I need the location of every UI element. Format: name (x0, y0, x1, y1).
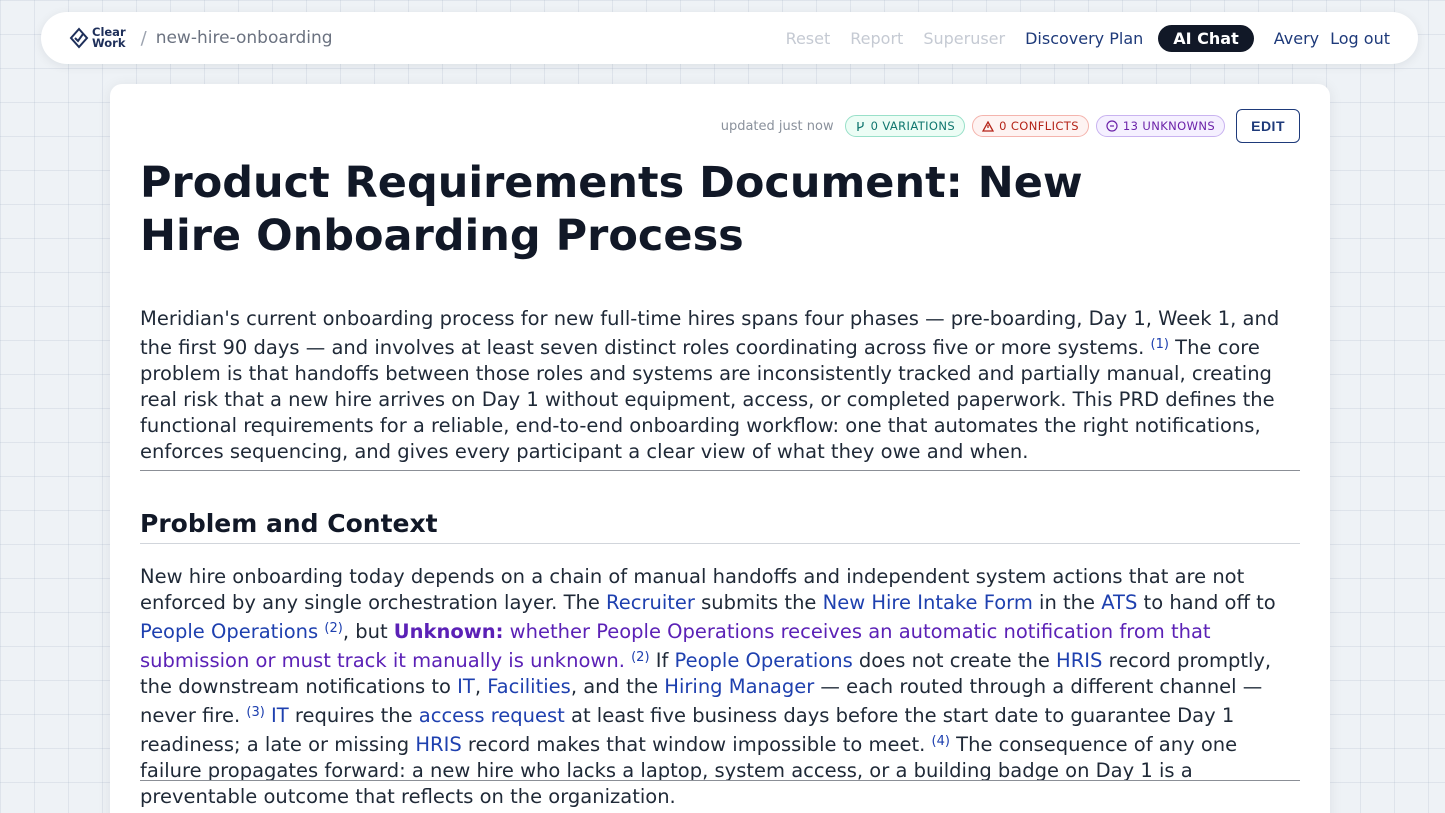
text: , (474, 675, 488, 698)
logo-line-2: Work (92, 36, 126, 50)
branch-icon (856, 121, 864, 131)
citation-3[interactable]: (3) (246, 705, 264, 720)
text: , but (342, 620, 394, 643)
breadcrumb-project[interactable]: new-hire-onboarding (156, 28, 333, 48)
document-meta: updated just now 0 VARIATIONS 0 CONFLICT… (721, 109, 1300, 143)
entity-people-operations[interactable]: People Operations (675, 649, 853, 672)
entity-facilities[interactable]: Facilities (487, 675, 571, 698)
entity-intake-form[interactable]: New Hire Intake Form (823, 591, 1033, 614)
entity-hiring-manager[interactable]: Hiring Manager (664, 675, 814, 698)
user-link[interactable]: Avery (1274, 29, 1319, 48)
logout-link[interactable]: Log out (1330, 29, 1390, 48)
logo-icon (69, 27, 89, 49)
variations-count: 0 VARIATIONS (870, 119, 956, 133)
divider (140, 780, 1300, 781)
text: does not create the (852, 649, 1057, 672)
entity-it[interactable]: IT (271, 704, 289, 727)
citation-2[interactable]: (2) (324, 621, 342, 636)
nav-links: Reset Report Superuser Discovery Plan AI… (766, 24, 1390, 52)
entity-hris[interactable]: HRIS (415, 733, 461, 756)
variations-badge[interactable]: 0 VARIATIONS (844, 115, 966, 137)
citation-2[interactable]: (2) (631, 650, 649, 665)
text: to hand off to (1137, 591, 1276, 614)
entity-it[interactable]: IT (457, 675, 475, 698)
conflicts-count: 0 CONFLICTS (999, 119, 1079, 133)
report-link[interactable]: Report (850, 29, 903, 48)
unknowns-badge[interactable]: 13 UNKNOWNS (1095, 115, 1226, 137)
conflicts-badge[interactable]: 0 CONFLICTS (972, 115, 1089, 137)
citation-1[interactable]: (1) (1151, 337, 1169, 352)
intro-paragraph: Meridian's current onboarding process fo… (140, 306, 1300, 465)
entity-hris[interactable]: HRIS (1056, 649, 1102, 672)
entity-ats[interactable]: ATS (1101, 591, 1137, 614)
top-navbar: Clear Work / new-hire-onboarding Reset R… (41, 12, 1418, 64)
text: record makes that window impossible to m… (461, 733, 926, 756)
document-card: updated just now 0 VARIATIONS 0 CONFLICT… (110, 84, 1330, 813)
logo-text: Clear Work (92, 26, 126, 50)
entity-people-operations[interactable]: People Operations (140, 620, 318, 643)
entity-access-request[interactable]: access request (419, 704, 565, 727)
citation-4[interactable]: (4) (932, 734, 950, 749)
warning-icon (982, 120, 995, 132)
edit-button[interactable]: EDIT (1236, 109, 1300, 143)
breadcrumb-separator: / (140, 27, 147, 49)
superuser-link[interactable]: Superuser (923, 29, 1005, 48)
text: If (649, 649, 675, 672)
text: submits the (694, 591, 823, 614)
clearwork-logo[interactable]: Clear Work (69, 26, 126, 50)
entity-recruiter[interactable]: Recruiter (606, 591, 695, 614)
text: requires the (288, 704, 419, 727)
discovery-plan-link[interactable]: Discovery Plan (1025, 29, 1143, 48)
updated-timestamp: updated just now (720, 118, 834, 134)
unknown-label: Unknown: (393, 620, 504, 643)
reset-link[interactable]: Reset (786, 29, 831, 48)
unknowns-count: 13 UNKNOWNS (1122, 119, 1216, 133)
intro-text-a: Meridian's current onboarding process fo… (140, 307, 1280, 359)
problem-paragraph: New hire onboarding today depends on a c… (140, 564, 1300, 810)
question-circle-icon (1106, 120, 1118, 132)
ai-chat-button[interactable]: AI Chat (1158, 24, 1254, 52)
divider (140, 470, 1300, 471)
text: in the (1032, 591, 1102, 614)
document-title: Product Requirements Document: New Hire … (140, 158, 1083, 261)
text: , and the (570, 675, 665, 698)
section-heading: Problem and Context (140, 509, 1300, 544)
